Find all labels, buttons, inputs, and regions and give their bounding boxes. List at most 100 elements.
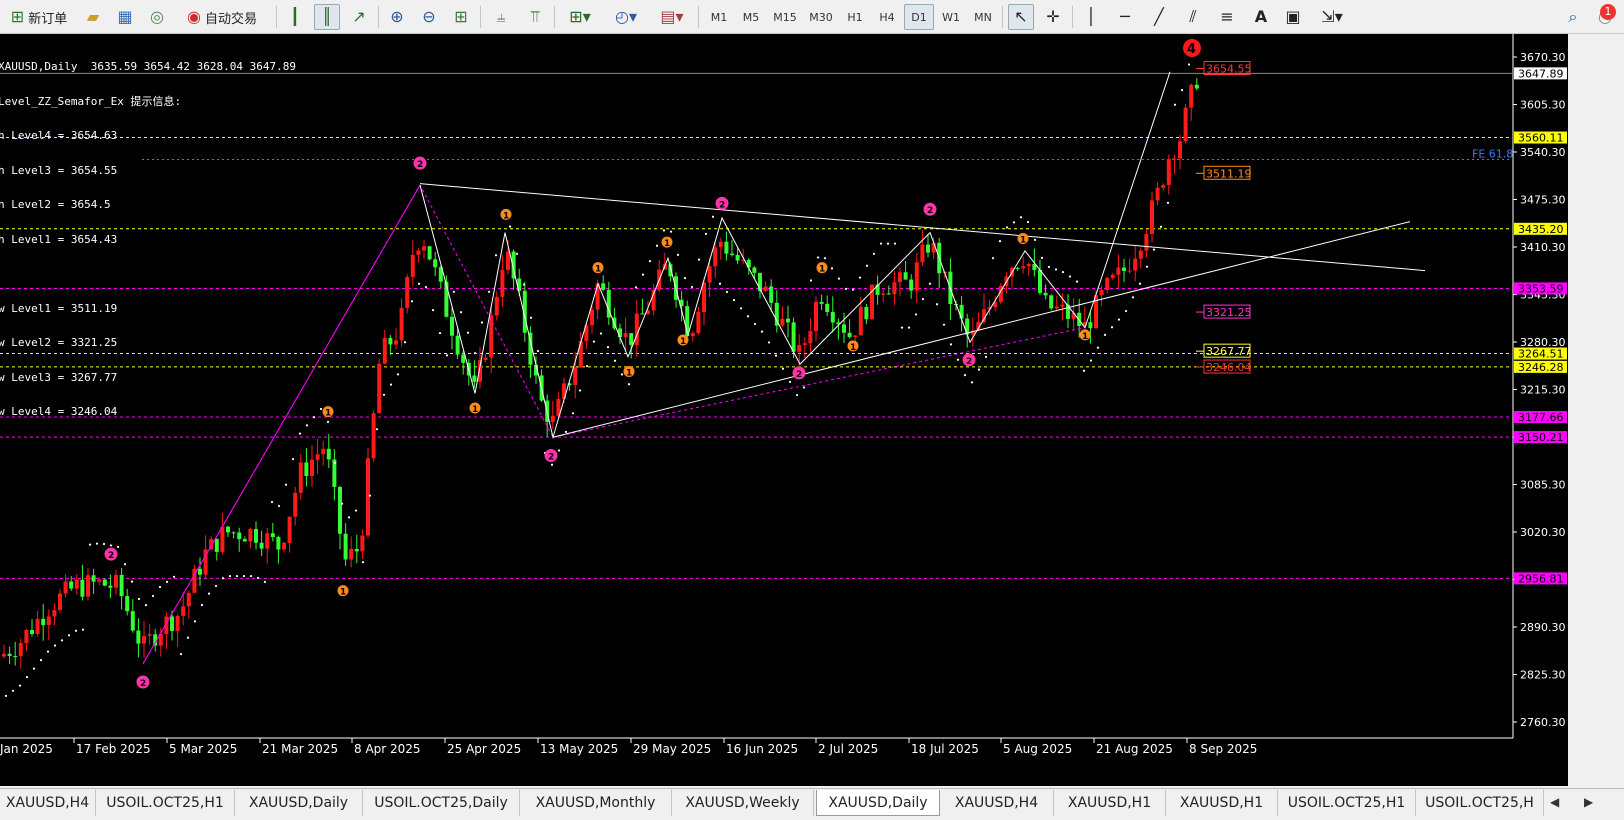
candle-body: [321, 448, 326, 455]
sar-dot: [102, 542, 106, 546]
candle-body: [483, 357, 488, 361]
candle-body: [489, 315, 494, 358]
date-tick-label: 21 Aug 2025: [1096, 742, 1173, 756]
line-chart-icon[interactable]: ↗: [346, 4, 372, 30]
tab-xauusd-h4-2[interactable]: XAUUSD,H4: [940, 790, 1054, 816]
tab-usoil-daily[interactable]: USOIL.OCT25,Daily: [363, 790, 520, 816]
symbol-ohlc-line: XAUUSD,Daily 3635.59 3654.42 3628.04 364…: [0, 60, 297, 73]
candle-body: [102, 579, 107, 586]
candle-body: [108, 585, 113, 588]
tab-xauusd-h1[interactable]: XAUUSD,H1: [1054, 790, 1166, 816]
periods-clock-icon[interactable]: ◴▾: [606, 4, 646, 30]
sar-dot: [1145, 265, 1149, 268]
date-tick-label: Jan 2025: [0, 742, 53, 756]
sar-dot: [879, 242, 883, 245]
crosshair-icon[interactable]: ✛: [1040, 4, 1066, 30]
candle-body: [270, 533, 275, 538]
tab-scroll-right-icon[interactable]: ▶: [1584, 795, 1593, 809]
level-label-text: 3511.19: [1206, 167, 1252, 180]
gold-bar-icon[interactable]: ▰: [80, 4, 106, 30]
sar-dot: [438, 331, 442, 335]
candle-body: [886, 293, 891, 295]
horizontal-line-icon[interactable]: ─: [1112, 4, 1138, 30]
timeframe-m30[interactable]: M30: [804, 4, 838, 30]
date-tick-label: 5 Aug 2025: [1003, 742, 1072, 756]
candle-body: [1099, 289, 1104, 296]
tab-xauusd-h4[interactable]: XAUUSD,H4: [0, 790, 96, 816]
high-level-4: h Level4 = 3654.63: [0, 129, 118, 142]
market-watch-icon[interactable]: ▦: [112, 4, 138, 30]
sar-dot: [1103, 333, 1107, 337]
autoscroll-icon[interactable]: ⫪: [522, 4, 548, 30]
chart-shift-icon[interactable]: ⫨: [488, 4, 514, 30]
price-tick-label: 3410.30: [1520, 241, 1566, 254]
tab-scroll-left-icon[interactable]: ◀: [1550, 795, 1559, 809]
cursor-icon[interactable]: ↖: [1008, 4, 1034, 30]
templates-icon[interactable]: ▤▾: [652, 4, 692, 30]
timeframe-w1[interactable]: W1: [936, 4, 966, 30]
sar-dot: [718, 282, 722, 285]
new-order-button[interactable]: ⊞ 新订单: [2, 4, 76, 30]
sar-dot: [767, 341, 771, 344]
candle-body: [326, 448, 331, 460]
fibonacci-icon[interactable]: ≡: [1214, 4, 1240, 30]
sar-dot: [613, 359, 617, 362]
timeframe-m5[interactable]: M5: [736, 4, 766, 30]
sar-dot: [221, 577, 225, 580]
auto-trading-button[interactable]: ◉ 自动交易: [176, 4, 268, 30]
globe-icon[interactable]: ◎: [144, 4, 170, 30]
sar-dot: [942, 323, 946, 326]
candle-body: [730, 253, 734, 255]
semafor-number: 2: [140, 679, 146, 689]
text-icon[interactable]: A: [1248, 4, 1274, 30]
sar-dot: [970, 381, 974, 384]
price-chart[interactable]: 3670.30 3605.30 3540.30 3475.30 3410.30 3345.…: [0, 34, 1568, 786]
arrows-icon[interactable]: ⇲▾: [1312, 4, 1352, 30]
tab-usoil-h1-2[interactable]: USOIL.OCT25,H1: [1278, 790, 1416, 816]
candle-body: [802, 343, 807, 345]
timeframe-h4[interactable]: H4: [872, 4, 902, 30]
tab-xauusd-daily[interactable]: XAUUSD,Daily: [235, 790, 363, 816]
channel-icon[interactable]: ⫽: [1180, 4, 1206, 30]
candle-body: [819, 301, 824, 304]
sar-dot: [298, 432, 302, 435]
timeframe-h1[interactable]: H1: [840, 4, 870, 30]
tab-xauusd-daily-active[interactable]: XAUUSD,Daily: [816, 790, 940, 816]
candle-body: [724, 241, 729, 254]
candle-body: [1133, 258, 1138, 271]
indicators-icon[interactable]: ⊞▾: [560, 4, 600, 30]
zoom-out-icon[interactable]: ⊖: [416, 4, 442, 30]
timeframe-d1[interactable]: D1: [904, 4, 934, 30]
tab-usoil-h1[interactable]: USOIL.OCT25,H1: [96, 790, 235, 816]
tab-xauusd-monthly[interactable]: XAUUSD,Monthly: [520, 790, 672, 816]
sar-dot: [60, 639, 64, 642]
timeframe-m1[interactable]: M1: [704, 4, 734, 30]
sar-dot: [228, 574, 232, 578]
level-label-text: 3321.25: [1206, 306, 1252, 319]
trendline-icon[interactable]: ╱: [1146, 4, 1172, 30]
candle-body: [847, 332, 852, 337]
timeframe-m15[interactable]: M15: [768, 4, 802, 30]
tab-usoil-h-3[interactable]: USOIL.OCT25,H: [1416, 790, 1544, 816]
candle-body: [1021, 266, 1026, 269]
timeframe-mn[interactable]: MN: [968, 4, 998, 30]
text-label-icon[interactable]: ▣: [1280, 4, 1306, 30]
vertical-line-icon[interactable]: │: [1078, 4, 1104, 30]
price-tick-label: 3605.30: [1520, 99, 1566, 112]
sar-dot: [557, 449, 561, 452]
semafor-number: 1: [664, 239, 670, 249]
search-icon[interactable]: ⌕: [1560, 4, 1586, 30]
tab-xauusd-weekly[interactable]: XAUUSD,Weekly: [672, 790, 814, 816]
sar-dot: [1075, 280, 1079, 283]
tile-windows-icon[interactable]: ⊞: [448, 4, 474, 30]
bar-chart-icon[interactable]: ┃: [282, 4, 308, 30]
candlestick-icon[interactable]: ║: [314, 4, 340, 30]
sar-dot: [389, 383, 393, 386]
price-tag-label: 3560.11: [1518, 132, 1564, 145]
candle-body: [774, 302, 779, 326]
zoom-in-icon[interactable]: ⊕: [384, 4, 410, 30]
candle-body: [1172, 158, 1177, 160]
candle-body: [1183, 107, 1188, 142]
sar-dot: [1047, 265, 1051, 269]
tab-xauusd-h1-2[interactable]: XAUUSD,H1: [1166, 790, 1278, 816]
